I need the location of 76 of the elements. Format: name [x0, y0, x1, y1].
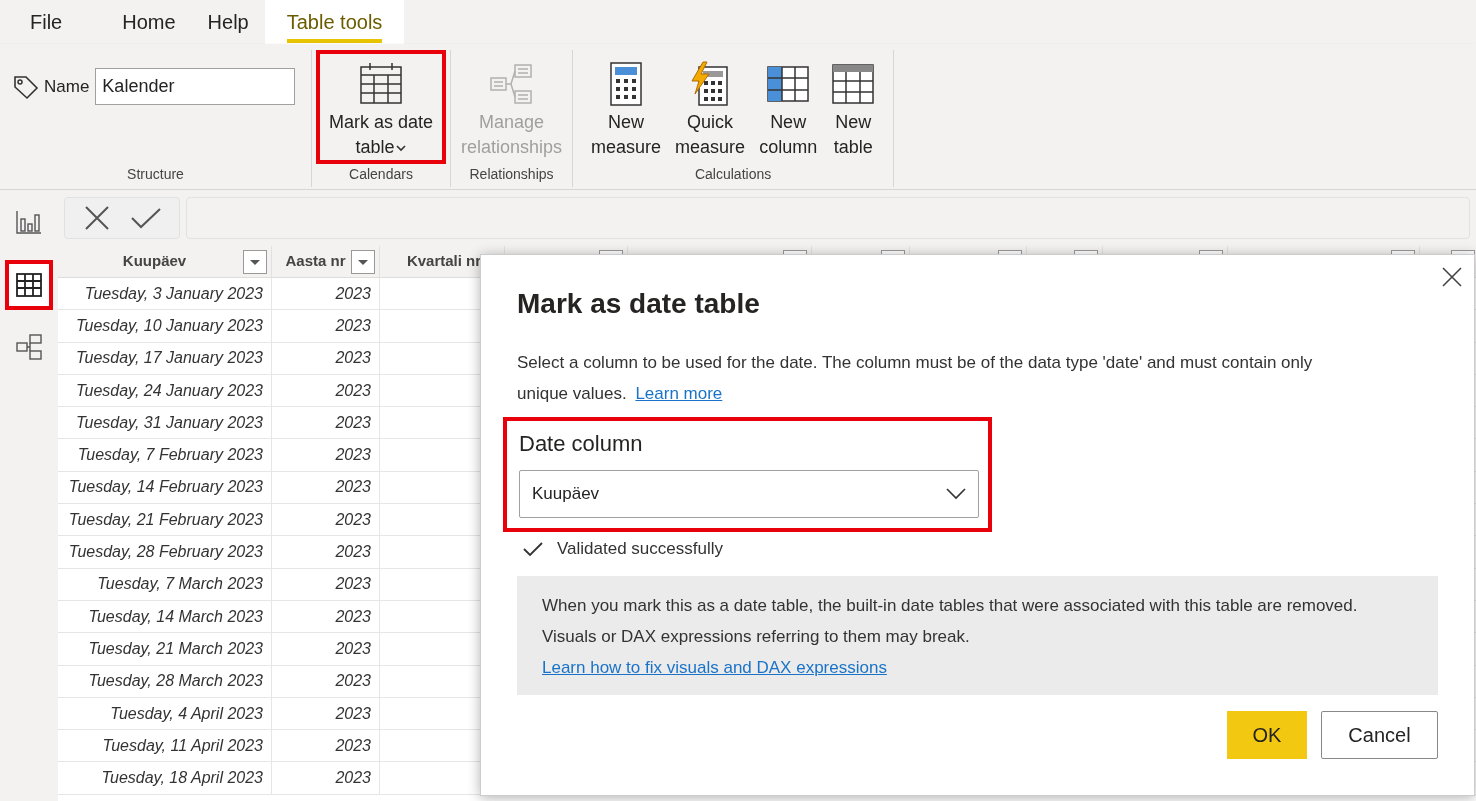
table-cell: 2023: [272, 600, 380, 633]
dialog-title: Mark as date table: [517, 287, 761, 321]
name-input[interactable]: Kalender: [95, 68, 296, 105]
table-cell: 2023: [272, 633, 380, 665]
close-icon[interactable]: [83, 205, 110, 231]
table-cell: Tuesday, 28 March 2023: [58, 665, 272, 697]
group-label: Calculations: [693, 165, 773, 184]
table-column-icon: [766, 65, 811, 103]
table-cell: Tuesday, 21 March 2023: [58, 633, 272, 665]
group-label: Structure: [126, 165, 185, 184]
group-label: Relationships: [468, 165, 555, 184]
table-cell: Tuesday, 14 February 2023: [58, 471, 272, 504]
table-cell: 2023: [272, 762, 380, 794]
table-cell: Tuesday, 24 January 2023: [58, 374, 272, 407]
table-cell: 2023: [272, 278, 380, 310]
fix-visuals-link[interactable]: Learn how to fix visuals and DAX expressions: [542, 657, 887, 677]
group-label: Calendars: [348, 165, 414, 184]
learn-more-link[interactable]: Learn more: [635, 384, 723, 403]
table-cell: 2023: [272, 471, 380, 504]
description-text: Select a column to be used for the date. The column must be of the data type 'date' and must contain only unique values. Learn more: [517, 352, 1314, 405]
table-cell: 2023: [272, 568, 380, 600]
table-cell: 2023: [272, 536, 380, 568]
table-cell: Tuesday, 3 January 2023: [58, 278, 272, 310]
table-icon: [831, 63, 876, 105]
table-cell: 2023: [272, 342, 380, 374]
ribbon-tab[interactable]: Table tools: [264, 0, 405, 44]
ribbon-tab[interactable]: File: [14, 0, 79, 44]
table-cell: 2023: [272, 504, 380, 536]
calendar-icon: [358, 61, 404, 107]
ribbon-tab[interactable]: Home: [106, 0, 192, 44]
close-icon: [1442, 267, 1462, 287]
checkmark-icon: [523, 540, 543, 557]
ribbon-button[interactable]: Mark as date table: [316, 50, 446, 164]
dropdown-icon[interactable]: [243, 249, 267, 274]
table-cell: Tuesday, 28 February 2023: [58, 536, 272, 568]
ribbon-button[interactable]: Quick measure: [669, 50, 752, 164]
table-cell: Tuesday, 4 April 2023: [58, 697, 272, 730]
field-label: Date column: [518, 430, 644, 458]
table-cell: Tuesday, 7 March 2023: [58, 568, 272, 600]
dropdown-icon[interactable]: [351, 249, 375, 274]
name-label: Name: [44, 75, 90, 98]
table-cell: Tuesday, 21 February 2023: [58, 504, 272, 536]
checkmark-icon[interactable]: [130, 207, 161, 229]
ribbon-button[interactable]: New column: [753, 50, 824, 164]
table-cell: 2023: [272, 730, 380, 762]
table-cell: 2023: [272, 697, 380, 730]
table-cell: Tuesday, 18 April 2023: [58, 762, 272, 794]
table-cell: 2023: [272, 310, 380, 342]
table-cell: Tuesday, 7 February 2023: [58, 439, 272, 471]
ribbon-tab[interactable]: Help: [191, 0, 265, 44]
column-header[interactable]: Aasta nr: [272, 246, 380, 277]
relationships-icon: [488, 61, 535, 107]
table-cell: Tuesday, 17 January 2023: [58, 342, 272, 374]
table-cell: Tuesday, 10 January 2023: [58, 310, 272, 342]
table-cell: 2023: [272, 439, 380, 471]
table-cell: 2023: [272, 407, 380, 439]
close-button[interactable]: [1442, 267, 1462, 287]
table-icon: [15, 271, 43, 299]
chevron-down-icon: [946, 488, 966, 500]
sidebar-item[interactable]: [5, 260, 53, 310]
ribbon-button[interactable]: New measure: [585, 50, 668, 164]
cancel-button[interactable]: Cancel: [1321, 710, 1438, 759]
calculator-icon: [608, 61, 645, 107]
table-cell: Tuesday, 14 March 2023: [58, 600, 272, 633]
ok-button[interactable]: OK: [1227, 710, 1307, 759]
table-cell: Tuesday, 11 April 2023: [58, 730, 272, 762]
table-cell: 2023: [272, 665, 380, 697]
ribbon-button[interactable]: New table: [825, 50, 882, 164]
diagram-icon: [15, 333, 43, 361]
bar-chart-icon: [15, 209, 43, 237]
column-header[interactable]: Kuupäev: [58, 246, 272, 277]
date-column-dropdown[interactable]: Kuupäev: [519, 470, 979, 518]
warning-text: When you mark this as a date table, the built-in date tables that were associated with this table are removed. Visuals or DAX expressions referring to them may break.: [542, 594, 1359, 648]
table-cell: 2023: [272, 374, 380, 407]
validation-text: Validated successfully: [557, 538, 723, 560]
table-cell: Tuesday, 31 January 2023: [58, 407, 272, 439]
